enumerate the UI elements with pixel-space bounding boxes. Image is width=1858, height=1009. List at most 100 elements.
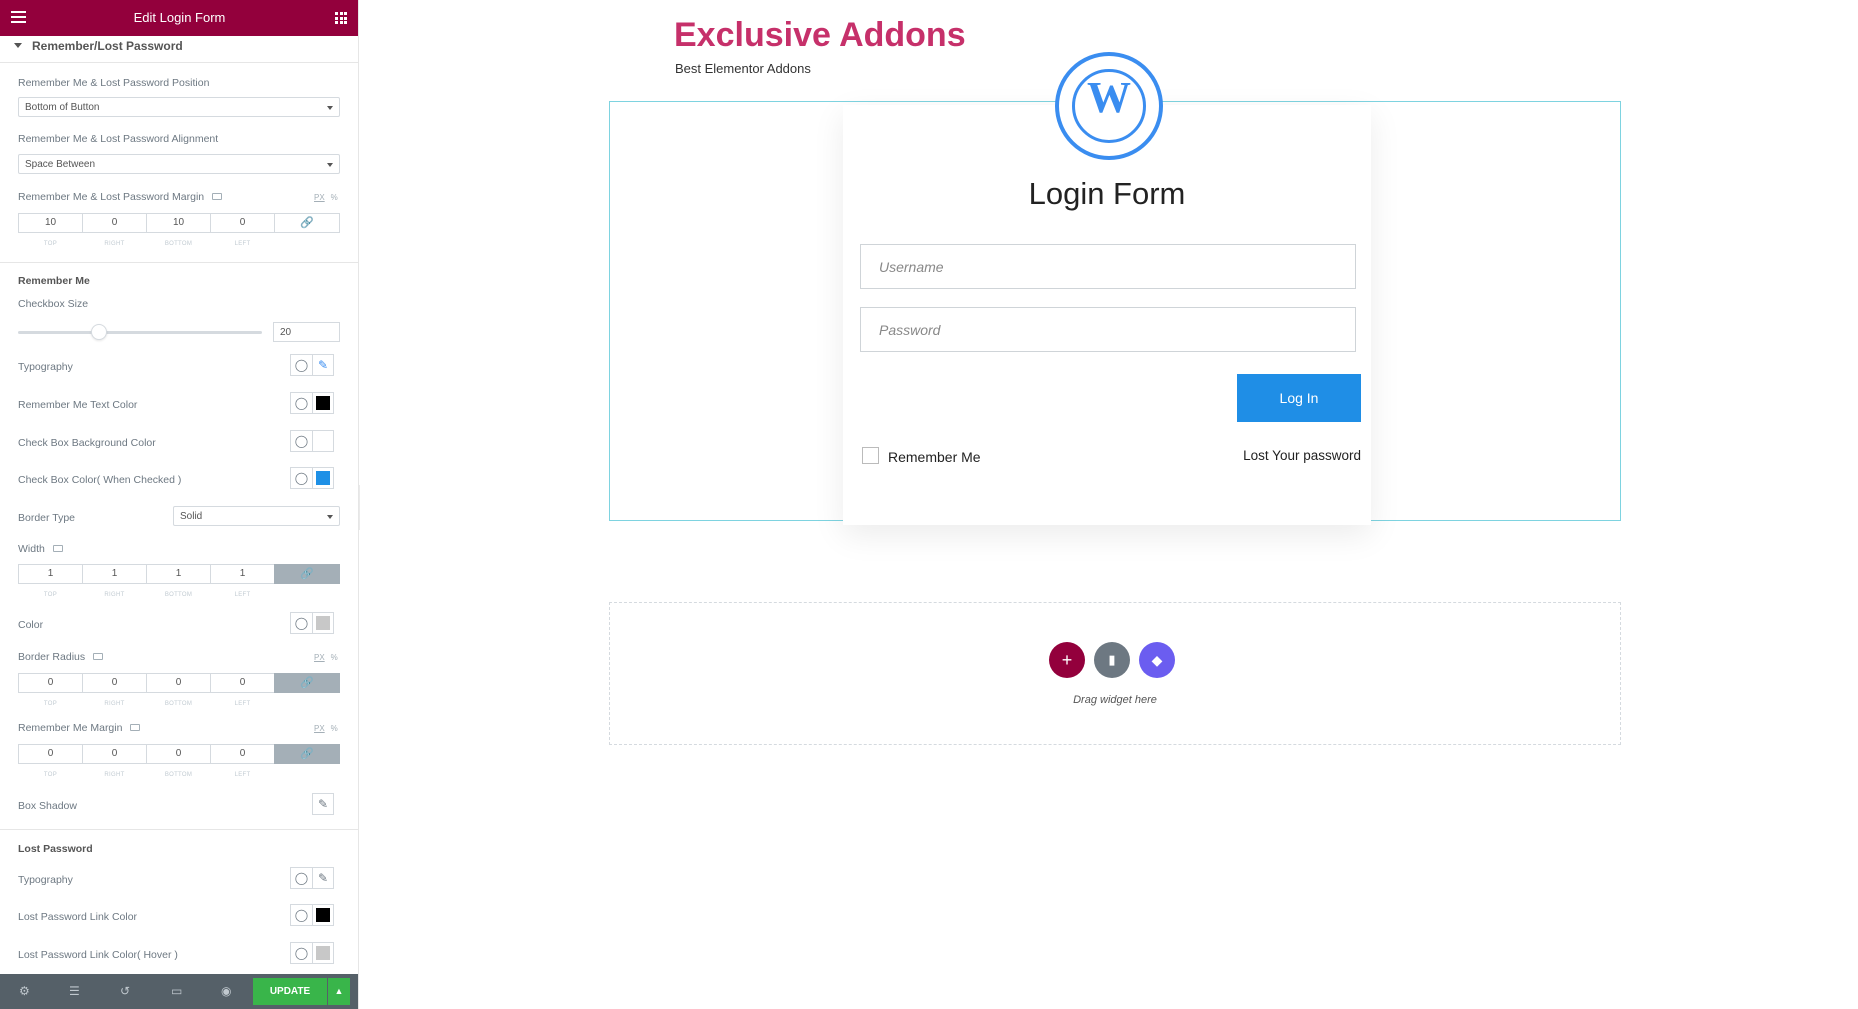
- eye-icon[interactable]: ◉: [221, 984, 231, 998]
- pencil-icon[interactable]: ✎: [312, 354, 334, 376]
- checkbox-size-slider[interactable]: [18, 331, 262, 334]
- color-label: Color: [18, 619, 44, 631]
- monitor-icon[interactable]: [93, 653, 104, 660]
- unit-switcher[interactable]: PX%: [314, 653, 338, 662]
- width-left-input[interactable]: 1 LEFT: [210, 564, 274, 598]
- rm-margin-left-input[interactable]: 0 LEFT: [210, 744, 274, 778]
- responsive-icon[interactable]: ▭: [171, 984, 182, 998]
- wordpress-logo-icon: W: [1055, 52, 1163, 160]
- remember-text-color-swatch[interactable]: [312, 392, 334, 414]
- unit-px[interactable]: PX: [314, 653, 325, 662]
- globe-icon[interactable]: ◯: [290, 904, 312, 926]
- link-icon[interactable]: 🔗: [274, 744, 340, 764]
- alignment-select[interactable]: Space Between: [18, 154, 340, 174]
- remember-text-color-label: Remember Me Text Color: [18, 399, 138, 411]
- link-icon[interactable]: 🔗: [274, 673, 340, 693]
- globe-icon[interactable]: ◯: [290, 867, 312, 889]
- apps-grid-icon[interactable]: [335, 12, 347, 24]
- border-color-swatch[interactable]: [312, 612, 334, 634]
- lost-link-color-label: Lost Password Link Color: [18, 911, 138, 923]
- unit-switcher[interactable]: PX%: [314, 724, 338, 733]
- position-select[interactable]: Bottom of Button: [18, 97, 340, 117]
- pencil-icon[interactable]: ✎: [312, 793, 334, 815]
- rm-margin-right-input[interactable]: 0 RIGHT: [82, 744, 146, 778]
- checkbox-bg-label: Check Box Background Color: [18, 437, 156, 449]
- remember-margin-dimensions: 0 TOP 0 RIGHT 0 BOTTOM 0 LEFT 🔗: [18, 744, 340, 778]
- link-icon[interactable]: 🔗: [274, 564, 340, 584]
- monitor-icon[interactable]: [212, 193, 223, 200]
- globe-icon[interactable]: ◯: [290, 612, 312, 634]
- unit-px[interactable]: PX: [314, 724, 325, 733]
- unit-percent[interactable]: %: [331, 724, 338, 733]
- width-right-input[interactable]: 1 RIGHT: [82, 564, 146, 598]
- width-bottom-input[interactable]: 1 BOTTOM: [146, 564, 210, 598]
- plus-icon[interactable]: +: [1049, 642, 1085, 678]
- exclusive-addons-icon[interactable]: ◆: [1139, 642, 1175, 678]
- dropdown-arrow-icon: [327, 515, 333, 519]
- username-input[interactable]: Username: [860, 244, 1356, 289]
- login-button[interactable]: Log In: [1237, 374, 1361, 422]
- width-label-text: Width: [18, 543, 45, 555]
- unit-px[interactable]: PX: [314, 193, 325, 202]
- section-toggle-remember-lost[interactable]: Remember/Lost Password: [14, 39, 183, 53]
- margin-right-input[interactable]: 0 RIGHT: [82, 213, 146, 247]
- rm-margin-bottom-input[interactable]: 0 BOTTOM: [146, 744, 210, 778]
- monitor-icon[interactable]: [130, 724, 141, 731]
- settings-icon[interactable]: ⚙: [19, 984, 30, 998]
- border-type-value: Solid: [180, 511, 203, 522]
- lost-link-hover-color-swatch[interactable]: [312, 942, 334, 964]
- remember-me-label: Remember Me: [888, 449, 981, 465]
- globe-icon[interactable]: ◯: [290, 430, 312, 452]
- panel-header: Edit Login Form: [0, 0, 358, 36]
- margin-top-input[interactable]: 10 TOP: [18, 213, 82, 247]
- checkbox-size-input[interactable]: 20: [273, 322, 340, 342]
- radius-bottom-input[interactable]: 0 BOTTOM: [146, 673, 210, 707]
- alignment-label: Remember Me & Lost Password Alignment: [18, 133, 219, 145]
- checkbox-bg-color-swatch[interactable]: [312, 430, 334, 452]
- link-icon[interactable]: 🔗: [274, 213, 340, 233]
- slider-handle[interactable]: [90, 324, 107, 340]
- panel-footer: ⚙ ☰ ↺ ▭ ◉ UPDATE ▲: [0, 974, 358, 1009]
- unit-percent[interactable]: %: [331, 193, 338, 202]
- remember-checkbox[interactable]: [862, 447, 879, 464]
- checkbox-checked-color-swatch[interactable]: [312, 467, 334, 489]
- position-label: Remember Me & Lost Password Position: [18, 77, 210, 89]
- update-options-icon[interactable]: ▲: [328, 978, 350, 1005]
- unit-percent[interactable]: %: [331, 653, 338, 662]
- panel-title: Edit Login Form: [133, 10, 226, 25]
- brand-title: Exclusive Addons: [674, 16, 966, 54]
- typography-label: Typography: [18, 361, 73, 373]
- monitor-icon[interactable]: [52, 545, 63, 552]
- border-radius-label-text: Border Radius: [18, 651, 86, 663]
- globe-icon[interactable]: ◯: [290, 392, 312, 414]
- radius-right-input[interactable]: 0 RIGHT: [82, 673, 146, 707]
- width-top-input[interactable]: 1 TOP: [18, 564, 82, 598]
- password-input[interactable]: Password: [860, 307, 1356, 352]
- radius-dimensions: 0 TOP 0 RIGHT 0 BOTTOM 0 LEFT 🔗: [18, 673, 340, 707]
- radius-left-input[interactable]: 0 LEFT: [210, 673, 274, 707]
- radius-top-input[interactable]: 0 TOP: [18, 673, 82, 707]
- margin-left-input[interactable]: 0 LEFT: [210, 213, 274, 247]
- dropdown-arrow-icon: [327, 106, 333, 110]
- width-label: Width: [18, 543, 63, 555]
- margin-bottom-input[interactable]: 10 BOTTOM: [146, 213, 210, 247]
- divider: [0, 262, 358, 263]
- folder-icon[interactable]: ▮: [1094, 642, 1130, 678]
- lost-link-color-swatch[interactable]: [312, 904, 334, 926]
- lost-heading: Lost Password: [18, 843, 93, 855]
- checkbox-checked-label: Check Box Color( When Checked ): [18, 474, 182, 486]
- lost-password-link[interactable]: Lost Your password: [1237, 448, 1361, 463]
- rm-margin-top-input[interactable]: 0 TOP: [18, 744, 82, 778]
- layers-icon[interactable]: ☰: [69, 984, 80, 998]
- globe-icon[interactable]: ◯: [290, 354, 312, 376]
- caret-down-icon: [14, 43, 22, 48]
- history-icon[interactable]: ↺: [120, 984, 130, 998]
- globe-icon[interactable]: ◯: [290, 942, 312, 964]
- globe-icon[interactable]: ◯: [290, 467, 312, 489]
- update-button[interactable]: UPDATE: [253, 978, 327, 1005]
- unit-switcher[interactable]: PX%: [314, 193, 338, 202]
- margin-label: Remember Me & Lost Password Margin: [18, 191, 223, 203]
- border-type-select[interactable]: Solid: [173, 506, 340, 526]
- pencil-icon[interactable]: ✎: [312, 867, 334, 889]
- lost-typography-label: Typography: [18, 874, 73, 886]
